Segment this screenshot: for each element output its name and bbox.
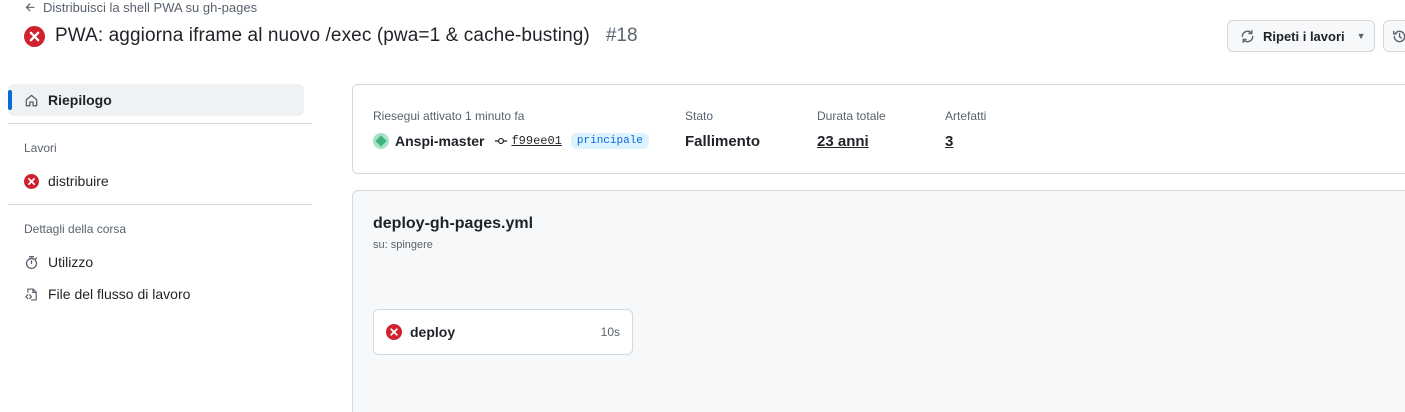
duration-link[interactable]: 23 anni — [817, 133, 886, 151]
chevron-down-icon: ▼ — [1356, 31, 1366, 41]
sidebar-item-summary[interactable]: Riepilogo — [8, 84, 304, 116]
commit-link[interactable]: f99ee01 — [494, 134, 562, 148]
actor-link[interactable]: Anspi-master — [395, 133, 484, 149]
sidebar-item-label: Utilizzo — [48, 254, 94, 270]
page-title: PWA: aggiorna iframe al nuovo /exec (pwa… — [55, 25, 590, 46]
failure-status-icon — [24, 173, 39, 189]
status-column: Stato Fallimento — [685, 109, 760, 151]
back-link-label: Distribuisci la shell PWA su gh-pages — [43, 0, 258, 15]
jobs-heading: Lavori — [24, 141, 57, 155]
trigger-details: Anspi-master f99ee01 principale — [373, 133, 649, 149]
back-link[interactable]: Distribuisci la shell PWA su gh-pages — [24, 0, 257, 15]
stopwatch-icon — [25, 255, 38, 269]
commit-sha: f99ee01 — [511, 134, 562, 148]
workflow-trigger: su: spingere — [373, 239, 433, 251]
run-number: #18 — [605, 25, 638, 46]
sidebar: Riepilogo Lavori distribuire Dettagli de… — [8, 84, 312, 310]
divider — [8, 123, 312, 124]
workflow-file-name: deploy-gh-pages.yml — [373, 215, 534, 232]
active-indicator — [8, 90, 12, 110]
history-button[interactable] — [1383, 20, 1405, 52]
sidebar-item-workflow-file[interactable]: File del flusso di lavoro — [8, 278, 312, 310]
avatar[interactable] — [373, 133, 389, 149]
file-code-icon — [25, 287, 37, 301]
workflow-graph-card: deploy-gh-pages.yml su: spingere deploy … — [352, 190, 1405, 412]
sidebar-job-label: distribuire — [48, 173, 109, 189]
history-icon — [1392, 30, 1405, 42]
failure-status-icon — [386, 324, 402, 340]
trigger-label: Riesegui attivato 1 minuto fa — [373, 109, 525, 123]
job-name: deploy — [410, 324, 456, 340]
run-details-heading: Dettagli della corsa — [24, 222, 127, 236]
git-commit-icon — [495, 137, 508, 145]
sidebar-item-usage[interactable]: Utilizzo — [8, 246, 312, 278]
duration-column: Durata totale 23 anni — [817, 109, 886, 151]
sync-icon — [1241, 29, 1254, 43]
artifacts-label: Artefatti — [945, 109, 987, 123]
sidebar-item-label: Riepilogo — [48, 92, 112, 108]
job-duration: 10s — [600, 325, 620, 339]
status-label: Stato — [685, 109, 714, 123]
page-title-row: PWA: aggiorna iframe al nuovo /exec (pwa… — [24, 25, 638, 47]
status-value: Fallimento — [685, 133, 761, 150]
job-node-deploy[interactable]: deploy 10s — [373, 309, 633, 355]
run-summary-card: Riesegui attivato 1 minuto fa Anspi-mast… — [352, 84, 1405, 174]
sidebar-job-distribuire[interactable]: distribuire — [8, 165, 312, 197]
rerun-jobs-label: Ripeti i lavori — [1263, 28, 1345, 44]
branch-badge[interactable]: principale — [570, 133, 649, 149]
rerun-jobs-button[interactable]: Ripeti i lavori ▼ — [1227, 20, 1375, 52]
trigger-column: Riesegui attivato 1 minuto fa Anspi-mast… — [373, 109, 649, 149]
failure-status-icon — [24, 25, 45, 47]
divider — [8, 204, 312, 205]
arrow-left-icon — [25, 3, 35, 12]
artifacts-link[interactable]: 3 — [945, 133, 986, 151]
home-icon — [25, 94, 38, 106]
duration-label: Durata totale — [817, 109, 886, 123]
sidebar-item-label: File del flusso di lavoro — [48, 286, 191, 302]
artifacts-column: Artefatti 3 — [945, 109, 986, 151]
